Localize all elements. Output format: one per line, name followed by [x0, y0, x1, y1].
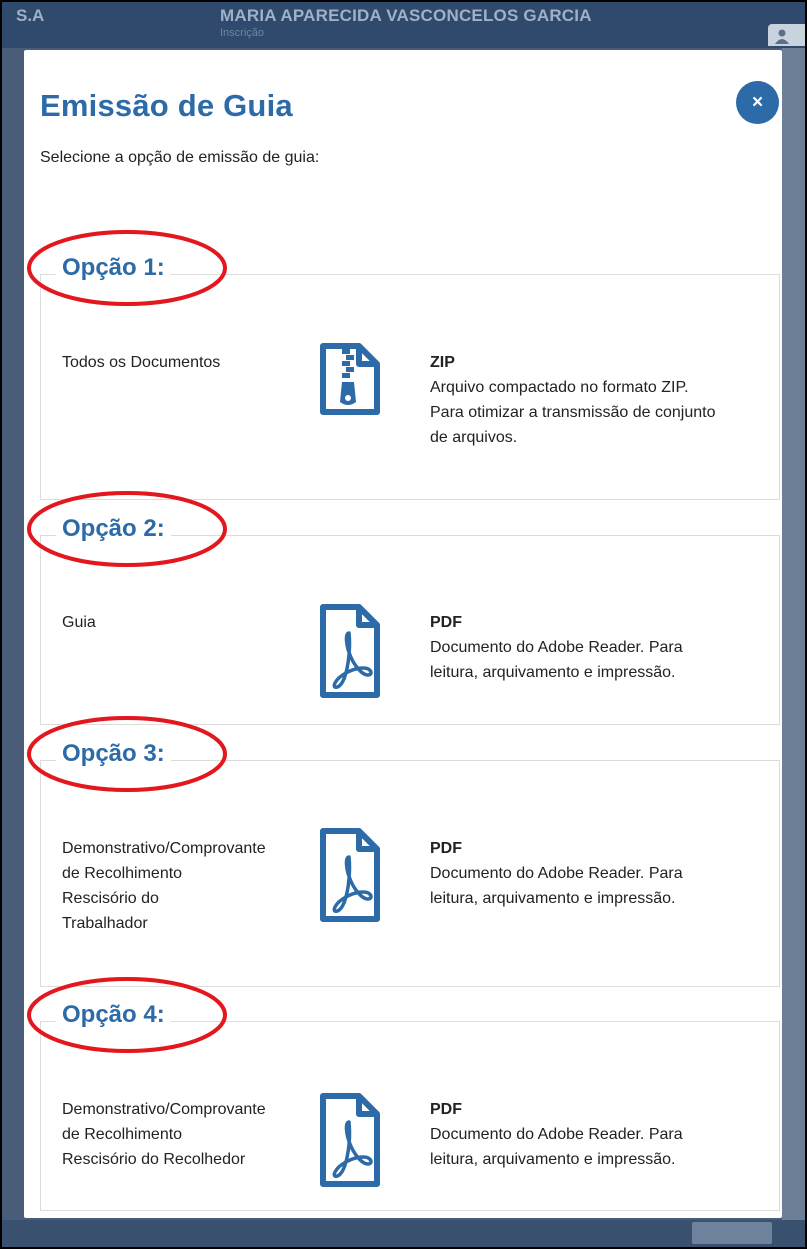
- option-3-info: PDF Documento do Adobe Reader. Para leit…: [430, 836, 775, 911]
- option-1-section: Opção 1: Todos os Documentos ZIP Arquivo…: [27, 230, 780, 500]
- pdf-file-icon[interactable]: [319, 827, 381, 923]
- modal-title: Emissão de Guia: [40, 88, 293, 123]
- option-4-section: Opção 4: Demonstrativo/Comprovante de Re…: [27, 977, 780, 1211]
- pdf-file-icon[interactable]: [319, 1092, 381, 1188]
- option-3-label: Demonstrativo/Comprovante de Recolhiment…: [62, 840, 266, 932]
- zip-file-icon[interactable]: [319, 342, 381, 416]
- option-4-info: PDF Documento do Adobe Reader. Para leit…: [430, 1097, 775, 1172]
- option-3-format[interactable]: PDF: [430, 836, 775, 861]
- option-2-label: Guia: [62, 614, 96, 631]
- option-4-format[interactable]: PDF: [430, 1097, 775, 1122]
- option-1-format[interactable]: ZIP: [430, 350, 775, 375]
- company-name: S.A: [16, 6, 45, 25]
- option-2-description: Documento do Adobe Reader. Para leitura,…: [430, 639, 683, 681]
- user-icon: [775, 29, 789, 44]
- background-header: S.A MARIA APARECIDA VASCONCELOS GARCIA I…: [2, 2, 805, 48]
- option-1-description: Arquivo compactado no formato ZIP. Para …: [430, 379, 716, 446]
- user-menu[interactable]: [768, 24, 805, 46]
- background-footer: [2, 1220, 805, 1247]
- option-1-label: Todos os Documentos: [62, 354, 221, 371]
- pdf-file-icon[interactable]: [319, 603, 381, 699]
- option-2-format[interactable]: PDF: [430, 610, 775, 635]
- option-3-section: Opção 3: Demonstrativo/Comprovante de Re…: [27, 716, 780, 987]
- emission-modal: Emissão de Guia Selecione a opção de emi…: [24, 50, 782, 1218]
- option-2-info: PDF Documento do Adobe Reader. Para leit…: [430, 610, 775, 685]
- employee-name: MARIA APARECIDA VASCONCELOS GARCIA: [220, 6, 592, 25]
- background-button: [692, 1222, 772, 1244]
- option-4-legend: Opção 4:: [56, 1001, 171, 1029]
- screenshot-frame: S.A MARIA APARECIDA VASCONCELOS GARCIA I…: [0, 0, 807, 1249]
- option-4-label: Demonstrativo/Comprovante de Recolhiment…: [62, 1101, 266, 1168]
- option-1-info: ZIP Arquivo compactado no formato ZIP. P…: [430, 350, 775, 450]
- close-button[interactable]: ×: [736, 81, 779, 124]
- option-1-legend: Opção 1:: [56, 254, 171, 282]
- background-overlay: [782, 48, 805, 1220]
- option-2-legend: Opção 2:: [56, 515, 171, 543]
- option-3-legend: Opção 3:: [56, 740, 171, 768]
- modal-subtitle: Selecione a opção de emissão de guia:: [40, 149, 320, 166]
- employee-sublabel: Inscrição: [220, 27, 265, 39]
- option-2-section: Opção 2: Guia PDF Documento do Adobe Rea…: [27, 491, 780, 725]
- option-3-description: Documento do Adobe Reader. Para leitura,…: [430, 865, 683, 907]
- option-4-description: Documento do Adobe Reader. Para leitura,…: [430, 1126, 683, 1168]
